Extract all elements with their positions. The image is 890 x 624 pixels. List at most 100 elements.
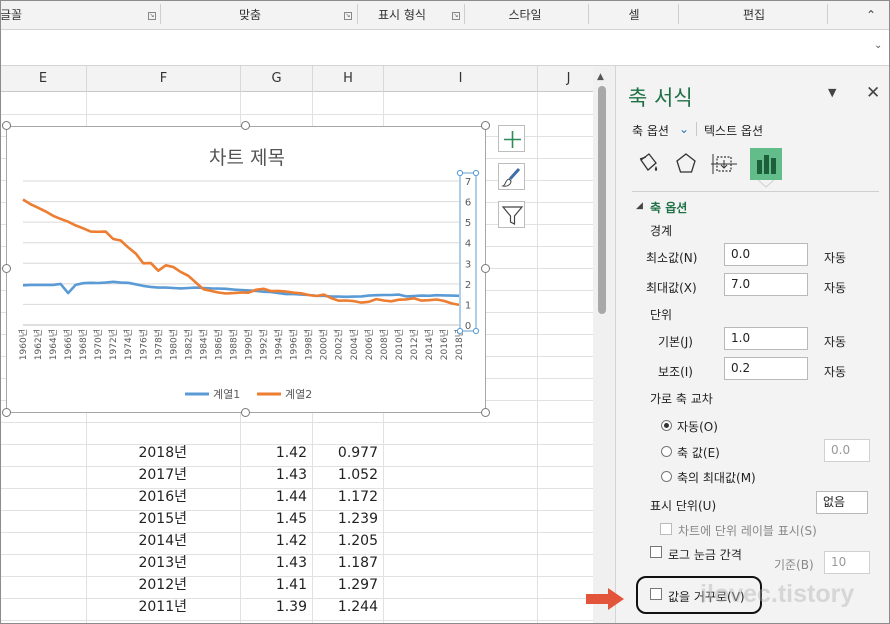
cell-series1[interactable]: 1.45 xyxy=(241,508,313,530)
cell-series2[interactable]: 1.205 xyxy=(313,530,384,552)
chart-resize-handle[interactable] xyxy=(241,121,250,130)
chart-resize-handle[interactable] xyxy=(2,264,11,273)
chart-resize-handle[interactable] xyxy=(481,121,490,130)
crosses-auto-radio[interactable] xyxy=(661,420,672,431)
x-tick-label: 1976년 xyxy=(138,329,149,360)
major-unit-mode[interactable]: 자동 xyxy=(824,333,846,350)
cell-series1[interactable]: 1.42 xyxy=(241,530,313,552)
collapse-section-icon[interactable]: ◢ xyxy=(636,201,643,211)
crosses-value-label[interactable]: 축 값(E) xyxy=(677,444,720,461)
cell-year[interactable]: 2016년 xyxy=(87,486,193,508)
pane-options-dropdown-icon[interactable]: ▼ xyxy=(828,86,836,99)
cell-series1[interactable]: 1.41 xyxy=(241,574,313,596)
scroll-up-icon[interactable]: ▲ xyxy=(597,72,604,82)
effects-tab[interactable] xyxy=(670,148,702,180)
tab-text-options[interactable]: 텍스트 옵션 xyxy=(704,122,763,139)
crosses-value-radio[interactable] xyxy=(661,446,672,457)
chart-elements-button[interactable] xyxy=(498,125,525,152)
column-header-e[interactable]: E xyxy=(0,66,87,92)
cell-series2[interactable]: 1.239 xyxy=(313,508,384,530)
cell-series1[interactable]: 1.43 xyxy=(241,464,313,486)
cell-series2[interactable]: 1.244 xyxy=(313,596,384,618)
minor-unit-mode[interactable]: 자동 xyxy=(824,363,846,380)
chart-area[interactable]: 차트 제목 1960년 1962년 1964년 1966년 1968년 1970년 1972… xyxy=(6,126,486,413)
cell-series1[interactable]: 1.42 xyxy=(241,442,313,464)
minimum-mode[interactable]: 자동 xyxy=(824,249,846,266)
cell-year[interactable]: 2014년 xyxy=(87,530,193,552)
maximum-input[interactable]: 7.0 xyxy=(724,273,808,296)
chevron-down-icon[interactable]: ⌄ xyxy=(679,122,689,136)
cell-series2[interactable]: 1.172 xyxy=(313,486,384,508)
cell-series1[interactable]: 1.43 xyxy=(241,552,313,574)
crosses-max-label[interactable]: 축의 최대값(M) xyxy=(677,469,756,486)
x-tick-label: 1964년 xyxy=(48,329,59,360)
fill-line-tab[interactable] xyxy=(632,148,664,180)
collapse-ribbon-icon[interactable]: ⌃ xyxy=(866,8,876,22)
cell-series2[interactable]: 1.297 xyxy=(313,574,384,596)
column-header-f[interactable]: F xyxy=(87,66,241,92)
x-tick-label: 1996년 xyxy=(289,329,300,360)
ribbon-group-font[interactable]: 글꼴 xyxy=(0,0,26,30)
cell-year[interactable]: 2011년 xyxy=(87,596,193,618)
display-units-select[interactable]: 없음 xyxy=(816,491,868,514)
expand-formula-bar-icon[interactable]: ⌄ xyxy=(874,40,886,52)
column-header-g[interactable]: G xyxy=(241,66,313,92)
log-scale-checkbox[interactable] xyxy=(650,546,662,558)
font-dialog-launcher-icon[interactable]: ↘ xyxy=(148,12,156,20)
chart-resize-handle[interactable] xyxy=(481,408,490,417)
cell-series2[interactable]: 1.052 xyxy=(313,464,384,486)
number-dialog-launcher-icon[interactable]: ↘ xyxy=(452,12,460,20)
show-units-label-checkbox[interactable] xyxy=(660,523,672,535)
log-base-input[interactable]: 10 xyxy=(824,551,870,574)
legend-label: 계열1 xyxy=(213,388,240,401)
ribbon-group-cells[interactable]: 셀 xyxy=(622,0,646,30)
crosses-max-radio[interactable] xyxy=(661,471,672,482)
units-label: 단위 xyxy=(650,308,673,322)
column-header-i[interactable]: I xyxy=(384,66,538,92)
maximum-mode[interactable]: 자동 xyxy=(824,279,846,296)
cell-series1[interactable]: 1.44 xyxy=(241,486,313,508)
major-unit-input[interactable]: 1.0 xyxy=(724,327,808,350)
cell-series1[interactable]: 1.39 xyxy=(241,596,313,618)
chart-resize-handle[interactable] xyxy=(2,408,11,417)
chart-plot[interactable]: 1960년 1962년 1964년 1966년 1968년 1970년 1972년 1974년… xyxy=(7,127,487,414)
chart-resize-handle[interactable] xyxy=(2,121,11,130)
chart-styles-button[interactable] xyxy=(498,163,525,190)
minor-unit-input[interactable]: 0.2 xyxy=(724,357,808,380)
minimum-input[interactable]: 0.0 xyxy=(724,243,808,266)
cell-year[interactable]: 2012년 xyxy=(87,574,193,596)
alignment-dialog-launcher-icon[interactable]: ↘ xyxy=(344,12,352,20)
tab-axis-options[interactable]: 축 옵션 xyxy=(632,122,669,139)
section-axis-options[interactable]: 축 옵션 xyxy=(650,199,687,216)
maximum-label: 최대값(X) xyxy=(646,281,697,295)
cell-series2[interactable]: 0.977 xyxy=(313,442,384,464)
scrollbar-thumb[interactable] xyxy=(598,86,606,314)
close-icon[interactable]: ✕ xyxy=(866,83,880,103)
grid-line xyxy=(537,92,538,624)
size-properties-tab[interactable] xyxy=(708,148,740,180)
vertical-scrollbar[interactable]: ▲ xyxy=(593,66,615,624)
column-header-j[interactable]: J xyxy=(538,66,600,92)
cell-year[interactable]: 2013년 xyxy=(87,552,193,574)
cell-year[interactable]: 2015년 xyxy=(87,508,193,530)
ribbon-group-number[interactable]: 표시 형식 xyxy=(370,0,434,30)
cell-year[interactable]: 2017년 xyxy=(87,464,193,486)
paint-bucket-icon xyxy=(639,153,658,171)
ribbon-group-styles[interactable]: 스타일 xyxy=(500,0,550,30)
crosses-auto-label[interactable]: 자동(O) xyxy=(677,418,718,435)
chart-filters-button[interactable] xyxy=(498,201,525,228)
ribbon-group-editing[interactable]: 편집 xyxy=(734,0,774,30)
chart-resize-handle[interactable] xyxy=(241,408,250,417)
axis-selection-handle xyxy=(472,327,480,335)
cell-year[interactable]: 2018년 xyxy=(87,442,193,464)
chart-resize-handle[interactable] xyxy=(481,264,490,273)
x-tick-label: 1994년 xyxy=(274,329,285,360)
column-header-h[interactable]: H xyxy=(313,66,384,92)
ribbon-group-alignment[interactable]: 맞춤 xyxy=(230,0,270,30)
grid-line xyxy=(0,114,600,115)
x-tick-label: 1962년 xyxy=(33,329,44,360)
cell-series2[interactable]: 1.187 xyxy=(313,552,384,574)
formula-bar[interactable]: ⌄ xyxy=(0,30,890,66)
axis-options-tab[interactable] xyxy=(750,148,782,180)
crosses-value-input[interactable]: 0.0 xyxy=(824,439,870,462)
